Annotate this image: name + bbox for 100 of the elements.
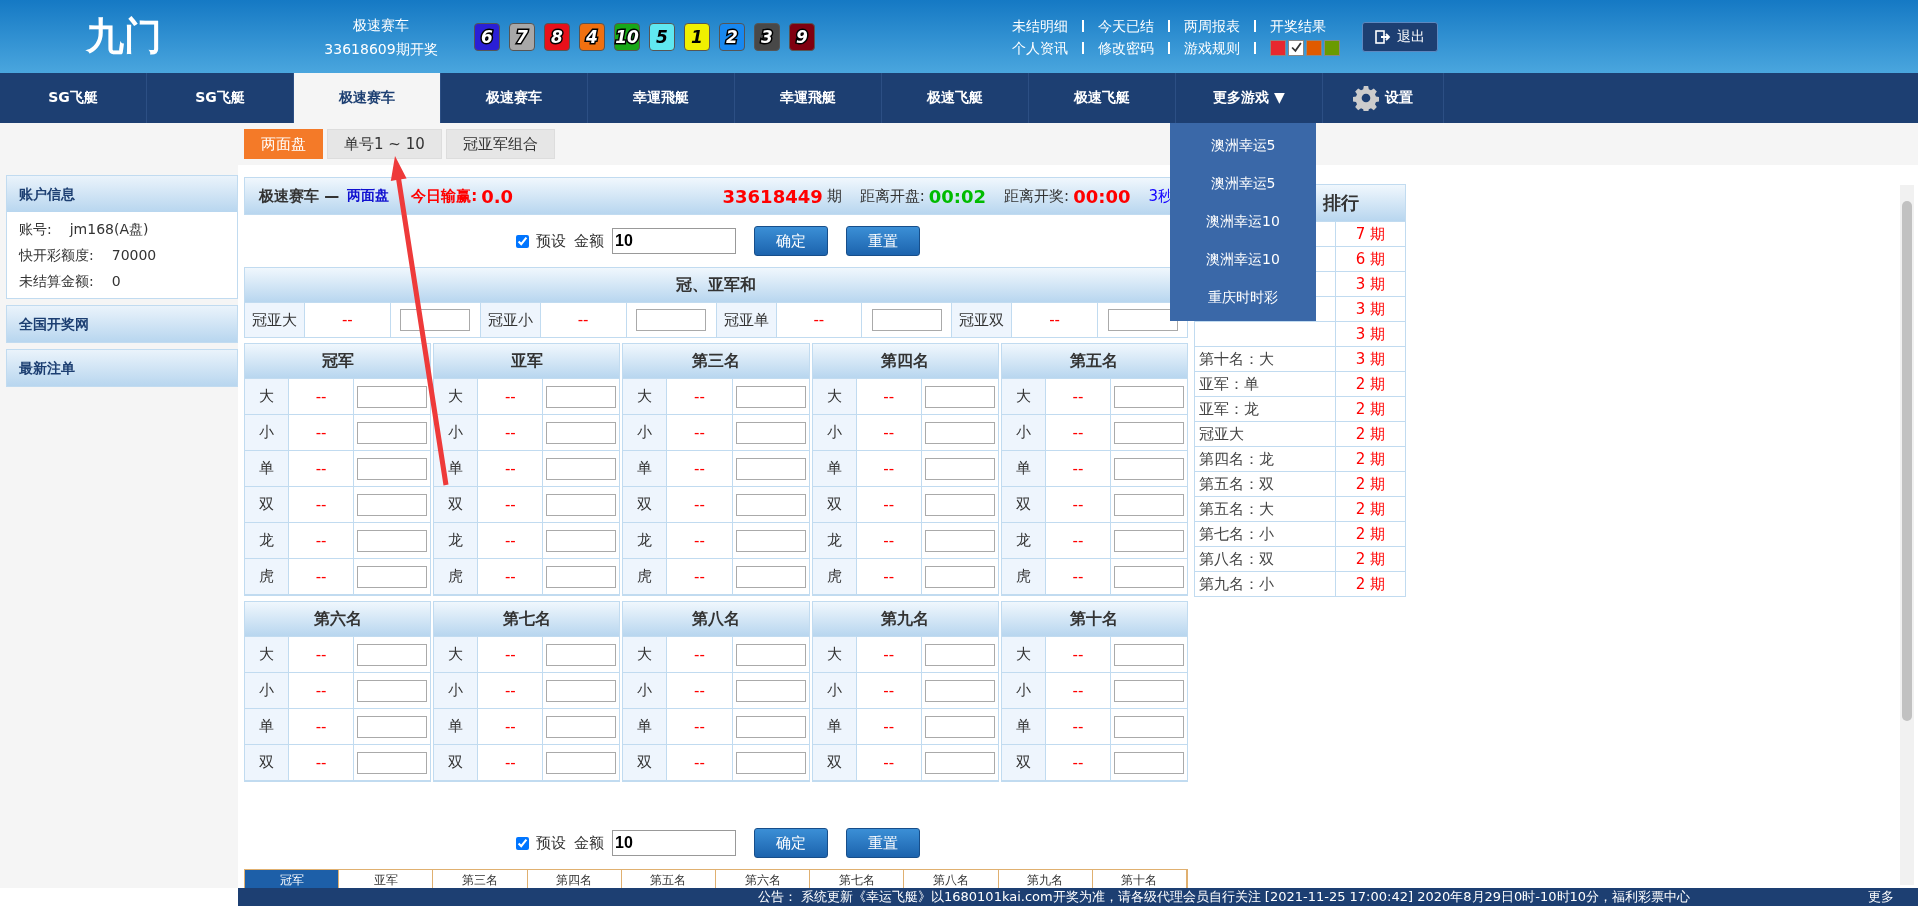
bet-amount-field[interactable] — [735, 715, 806, 738]
ranking-count: 7 期 — [1355, 224, 1386, 244]
theme-swatch[interactable] — [1270, 39, 1286, 56]
bet-amount-field[interactable] — [1114, 529, 1184, 552]
confirm-button[interactable]: 确定 — [754, 226, 828, 256]
odds-value: -- — [478, 451, 544, 487]
bet-amount-field[interactable] — [924, 679, 995, 702]
bet-amount-field[interactable] — [924, 457, 995, 480]
bet-amount-field[interactable] — [546, 679, 617, 702]
bet-amount-field[interactable] — [735, 679, 806, 702]
bet-amount-field[interactable] — [357, 457, 428, 480]
account-label: 快开彩额度: — [19, 246, 94, 265]
bet-amount-field[interactable] — [735, 529, 806, 552]
confirm-button[interactable]: 确定 — [754, 828, 828, 858]
bet-amount-field[interactable] — [546, 457, 617, 480]
bet-amount-field[interactable] — [357, 751, 428, 774]
bet-amount-field[interactable] — [400, 309, 471, 331]
bet-amount-field[interactable] — [357, 529, 428, 552]
bet-amount-field[interactable] — [357, 715, 428, 738]
logout-button[interactable]: 退出 — [1362, 21, 1438, 52]
bet-amount-field[interactable] — [735, 421, 806, 444]
bet-amount-field[interactable] — [546, 493, 617, 516]
bet-amount-field[interactable] — [735, 457, 806, 480]
odds-value: -- — [478, 709, 544, 745]
bet-amount-field[interactable] — [735, 751, 806, 774]
period-unit: 期 — [826, 186, 842, 206]
bet-label: 双 — [1001, 487, 1046, 523]
bet-amount-field[interactable] — [636, 309, 706, 331]
bet-amount-field[interactable] — [546, 643, 617, 666]
nav-tab[interactable]: 极速赛车 — [294, 73, 441, 123]
bet-amount-field[interactable] — [357, 493, 428, 516]
bet-amount-field[interactable] — [357, 643, 428, 666]
bet-amount-field[interactable] — [1114, 493, 1184, 516]
amount-label: 金额 — [574, 833, 604, 853]
bet-amount-field[interactable] — [735, 565, 806, 588]
bet-amount-field[interactable] — [924, 421, 995, 444]
bet-amount-field[interactable] — [924, 565, 995, 588]
scrollbar[interactable] — [1900, 185, 1914, 885]
theme-swatch[interactable] — [1288, 39, 1304, 56]
menu-item[interactable]: 澳洲幸运5 — [1170, 127, 1316, 165]
odds-value: -- — [305, 303, 391, 338]
bet-amount-field[interactable] — [924, 643, 995, 666]
bet-amount-field[interactable] — [1107, 309, 1178, 331]
preset-checkbox[interactable] — [516, 234, 529, 248]
more-link[interactable]: 更多 — [1868, 888, 1894, 906]
theme-swatch[interactable] — [1306, 39, 1322, 56]
position-header: 冠军 — [245, 344, 431, 379]
odds-value: -- — [478, 487, 544, 523]
bet-label: 龙 — [245, 523, 289, 559]
bet-amount-field[interactable] — [1114, 643, 1184, 666]
header-link[interactable]: 两周报表 — [1184, 14, 1240, 37]
reset-button[interactable]: 重置 — [846, 226, 920, 256]
ranking-count: 2 期 — [1355, 524, 1386, 544]
bet-amount-field[interactable] — [546, 421, 617, 444]
odds-value: -- — [289, 487, 355, 523]
bet-amount-field[interactable] — [546, 751, 617, 774]
bet-amount-field[interactable] — [546, 565, 617, 588]
bet-amount-field[interactable] — [735, 643, 806, 666]
bet-amount-field[interactable] — [1114, 715, 1184, 738]
sidebar-link[interactable]: 最新注单 — [6, 349, 238, 387]
bet-amount-field[interactable] — [735, 493, 806, 516]
bet-amount-field[interactable] — [1114, 457, 1184, 480]
bet-amount-field[interactable] — [357, 565, 428, 588]
bet-label: 龙 — [1001, 523, 1046, 559]
bet-amount-field[interactable] — [546, 385, 617, 408]
bet-amount-field[interactable] — [924, 493, 995, 516]
bet-label: 虎 — [1001, 559, 1046, 595]
odds-value: -- — [1045, 745, 1111, 781]
bet-amount-field[interactable] — [1114, 421, 1184, 444]
position-tab[interactable]: 冠军 — [245, 870, 340, 890]
preset-checkbox[interactable] — [516, 836, 529, 850]
header-link[interactable]: 今天已结 — [1098, 14, 1154, 37]
bet-amount-field[interactable] — [871, 309, 942, 331]
bet-amount-field[interactable] — [546, 715, 617, 738]
bet-label: 大 — [623, 379, 668, 415]
bet-amount-field[interactable] — [1114, 751, 1184, 774]
sub-tab[interactable]: 冠亚军组合 — [445, 129, 555, 159]
theme-swatch[interactable] — [1324, 39, 1340, 56]
bet-amount-field[interactable] — [357, 385, 428, 408]
header-link[interactable]: 开奖结果 — [1270, 14, 1326, 37]
bet-label: 双 — [623, 487, 668, 523]
sidebar-link[interactable]: 全国开奖网 — [6, 305, 238, 343]
bet-amount-field[interactable] — [924, 715, 995, 738]
amount-field[interactable]: 10 — [612, 228, 736, 254]
bet-amount-field[interactable] — [924, 751, 995, 774]
bet-amount-field[interactable] — [546, 529, 617, 552]
bet-amount-field[interactable] — [735, 385, 806, 408]
bet-label: 小 — [245, 673, 289, 709]
bet-amount-field[interactable] — [1114, 565, 1184, 588]
bet-amount-field[interactable] — [924, 385, 995, 408]
bet-amount-field[interactable] — [1114, 385, 1184, 408]
bet-amount-field[interactable] — [357, 421, 428, 444]
odds-value: -- — [856, 745, 922, 781]
bet-amount-field[interactable] — [1114, 679, 1184, 702]
header-link[interactable]: 未结明细 — [1012, 14, 1068, 37]
bet-amount-field[interactable] — [924, 529, 995, 552]
bet-amount-field[interactable] — [357, 679, 428, 702]
amount-field[interactable]: 10 — [612, 830, 736, 856]
reset-button[interactable]: 重置 — [846, 828, 920, 858]
sub-tab[interactable]: 单号1 ~ 10 — [327, 129, 442, 159]
